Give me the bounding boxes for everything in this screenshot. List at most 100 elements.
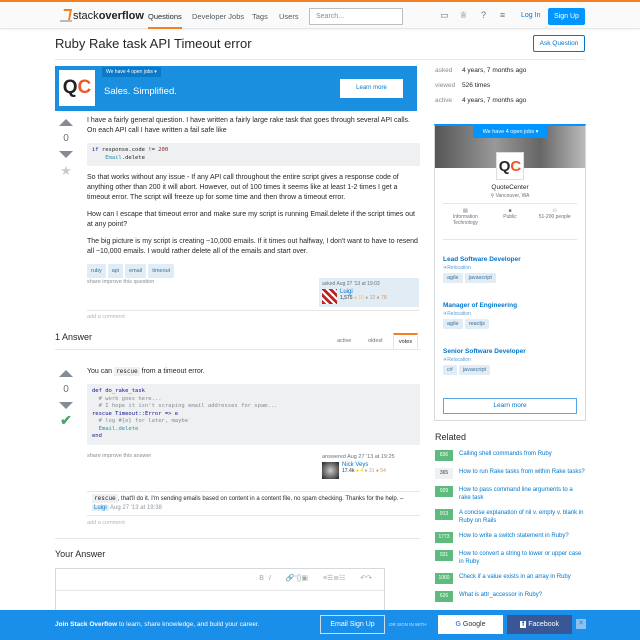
downvote-icon[interactable]: [59, 402, 73, 409]
redo-icon[interactable]: ↷: [366, 575, 372, 582]
related-question-link[interactable]: What is attr_accessor in Ruby?: [459, 591, 542, 602]
tag-list: ruby api email timeout: [87, 264, 420, 278]
favorite-star-icon[interactable]: ★: [54, 163, 78, 179]
add-comment-link[interactable]: add a comment: [87, 314, 125, 320]
job-tag[interactable]: javascript: [458, 365, 491, 375]
related-question[interactable]: 1773 How to write a switch statement in R…: [435, 532, 585, 543]
close-icon[interactable]: ✕: [576, 619, 586, 629]
relocation-label: ✈Relocation: [443, 265, 471, 271]
job-listing[interactable]: Lead Software Developer ✈Relocation agil…: [443, 256, 583, 283]
add-comment-link[interactable]: add a comment: [87, 520, 125, 526]
code-token: if: [92, 147, 99, 153]
upvote-icon[interactable]: [59, 119, 73, 126]
stat-label: asked: [435, 67, 453, 74]
related-question-link[interactable]: Check if a value exists in an array in R…: [459, 573, 571, 584]
question-actions: share improve this question: [87, 279, 154, 285]
footer-text: to learn, share knowledge, and build you…: [117, 621, 260, 628]
related-question[interactable]: 626 What is attr_accessor in Ruby?: [435, 591, 585, 602]
divider: [443, 239, 577, 240]
jobs-learn-more-button[interactable]: Learn more: [443, 398, 577, 414]
stat-label: viewed: [435, 82, 456, 89]
tag-api[interactable]: api: [107, 264, 124, 278]
improve-link[interactable]: improve this answer: [102, 453, 151, 459]
upvote-icon[interactable]: [59, 370, 73, 377]
related-question-link[interactable]: How to pass command line arguments to a …: [459, 486, 585, 502]
job-tag[interactable]: javascript: [464, 273, 496, 283]
job-tag[interactable]: agile: [443, 319, 463, 329]
share-link[interactable]: share: [87, 453, 101, 459]
tab-active[interactable]: active: [337, 338, 351, 344]
company-logo: QC: [59, 70, 95, 106]
comment-time: Aug 27 '13 at 19:38: [110, 505, 162, 511]
job-ad-banner[interactable]: QC We have 4 open jobs ▾ Sales. Simplifi…: [55, 66, 417, 111]
job-listing[interactable]: Manager of Engineering ✈Relocation agile…: [443, 302, 583, 329]
ad-learn-more-button[interactable]: Learn more: [340, 79, 403, 98]
related-question-link[interactable]: A concise explanation of nil v. empty v.…: [459, 509, 585, 525]
user-avatar[interactable]: [322, 462, 339, 479]
company-name[interactable]: QuoteCenter: [435, 184, 585, 191]
login-link[interactable]: Log In: [521, 12, 540, 19]
site-switcher-icon[interactable]: ≡: [498, 11, 507, 20]
search-input[interactable]: Search...: [309, 8, 403, 25]
tab-votes[interactable]: votes: [393, 333, 418, 349]
code-line: # log #{e} for later, maybe: [92, 418, 189, 424]
related-question[interactable]: 836 Calling shell commands from Ruby: [435, 450, 585, 461]
trophy-icon[interactable]: ♕: [459, 11, 468, 20]
open-jobs-dropdown[interactable]: We have 4 open jobs ▾: [102, 67, 161, 77]
job-title-link[interactable]: Senior Software Developer: [443, 348, 583, 355]
score-badge: 913: [435, 509, 453, 520]
job-title-link[interactable]: Lead Software Developer: [443, 256, 583, 263]
stackoverflow-logo[interactable]: stackoverflow: [60, 8, 144, 22]
related-question[interactable]: 913 A concise explanation of nil v. empty…: [435, 509, 585, 525]
related-question-link[interactable]: How to convert a string to lower or uppe…: [459, 550, 585, 566]
related-question[interactable]: 365 How to run Rake tasks from within Rak…: [435, 468, 585, 479]
image-icon[interactable]: ▣: [301, 575, 308, 582]
related-question[interactable]: 1060 Check if a value exists in an array …: [435, 573, 585, 584]
related-question[interactable]: 931 How to convert a string to lower or u…: [435, 550, 585, 566]
answer-body: You can rescue from a timeout error. def…: [87, 367, 420, 452]
your-answer-heading: Your Answer: [55, 549, 106, 559]
nav-developer-jobs[interactable]: Developer Jobs: [192, 12, 244, 21]
share-link[interactable]: share: [87, 279, 101, 285]
signup-button[interactable]: Sign Up: [548, 8, 585, 25]
italic-icon[interactable]: I: [269, 575, 271, 582]
question-body: I have a fairly general question. I have…: [87, 116, 420, 284]
nav-users[interactable]: Users: [279, 12, 299, 21]
job-tag[interactable]: c#: [443, 365, 457, 375]
horizontal-rule-icon[interactable]: ☷: [339, 575, 345, 582]
bold-icon[interactable]: B: [259, 575, 264, 582]
nav-questions[interactable]: Questions: [148, 12, 182, 29]
job-title-link[interactable]: Manager of Engineering: [443, 302, 583, 309]
related-question-link[interactable]: Calling shell commands from Ruby: [459, 450, 552, 461]
comment-user-link[interactable]: Luigi: [92, 505, 109, 511]
related-question[interactable]: 929 How to pass command line arguments to…: [435, 486, 585, 502]
divider: [87, 515, 420, 516]
related-question-link[interactable]: How to run Rake tasks from within Rake t…: [459, 468, 585, 479]
facebook-signin-button[interactable]: f Facebook: [507, 615, 572, 634]
related-question-link[interactable]: How to write a switch statement in Ruby?: [459, 532, 569, 543]
tag-email[interactable]: email: [125, 264, 147, 278]
job-tag[interactable]: agile: [443, 273, 463, 283]
user-avatar[interactable]: [322, 289, 337, 304]
code-block: def do_rake_task # work goes here... # I…: [87, 384, 420, 445]
improve-link[interactable]: improve this question: [102, 279, 154, 285]
ask-question-button[interactable]: Ask Question: [533, 35, 585, 52]
score-badge: 626: [435, 591, 453, 602]
help-icon[interactable]: ?: [479, 11, 488, 20]
question-title[interactable]: Ruby Rake task API Timeout error: [55, 36, 252, 51]
open-jobs-dropdown[interactable]: We have 4 open jobs ▾: [473, 126, 548, 138]
google-signin-button[interactable]: G Google: [438, 615, 503, 634]
job-listing[interactable]: Senior Software Developer ✈Relocation c#…: [443, 348, 583, 375]
job-tag[interactable]: reactjs: [464, 319, 489, 329]
tab-oldest[interactable]: oldest: [368, 338, 383, 344]
tag-ruby[interactable]: ruby: [87, 264, 106, 278]
stat-asked: asked 4 years, 7 months ago: [435, 67, 526, 74]
nav-tags[interactable]: Tags: [252, 12, 268, 21]
downvote-icon[interactable]: [59, 151, 73, 158]
inbox-icon[interactable]: ▭: [440, 11, 449, 20]
tag-timeout[interactable]: timeout: [148, 264, 175, 278]
silver-badges: ● 32: [365, 295, 376, 301]
answer-text: from a timeout error.: [139, 368, 205, 375]
silver-badges: ● 31: [364, 468, 375, 474]
email-signup-button[interactable]: Email Sign Up: [320, 615, 385, 634]
